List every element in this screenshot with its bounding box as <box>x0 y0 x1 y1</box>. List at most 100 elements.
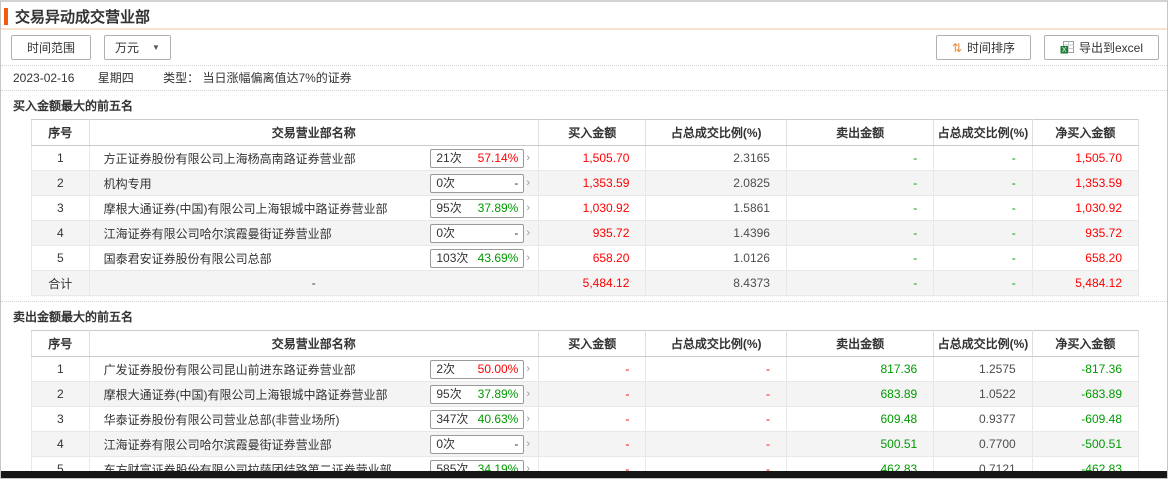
buy-ratio-cell: 1.4396 <box>645 220 787 246</box>
export-excel-label: 导出到excel <box>1078 41 1143 55</box>
chevron-right-icon: › <box>526 227 531 239</box>
buy-ratio-cell: 2.3165 <box>645 145 787 171</box>
table-row: 3 华泰证券股份有限公司营业总部(非营业场所) 347次 40.63% › - -609.4… <box>31 406 1140 432</box>
count-badge[interactable]: 95次 37.89% › <box>430 198 530 218</box>
dept-name-text: 摩根大通证券(中国)有限公司上海银城中路证券营业部 <box>103 201 388 216</box>
net-buy-cell: -500.51 <box>1031 431 1140 457</box>
buy-amount-cell: - <box>538 356 647 382</box>
count-badge[interactable]: 103次 43.69% › <box>430 248 530 268</box>
sell-amount-cell: 817.36 <box>785 356 935 382</box>
net-buy-cell: 1,505.70 <box>1031 145 1140 171</box>
page-title-row: 交易异动成交营业部 <box>1 2 1167 30</box>
net-buy-cell: 658.20 <box>1031 245 1140 271</box>
dept-name-cell: 机构专用 0次 - › <box>88 170 540 196</box>
export-excel-button[interactable]: X 导出到excel <box>1043 35 1159 60</box>
unit-dropdown-value: 万元 <box>115 41 140 55</box>
table-row: 2 机构专用 0次 - › 1,353.59 2.0825- -1,353.59 <box>31 170 1140 196</box>
buy-section-title: 买入金额最大的前五名 <box>13 99 134 113</box>
buy-amount-cell: 1,353.59 <box>538 170 647 196</box>
badge-count: 0次 <box>436 436 456 451</box>
time-sort-button[interactable]: ⇅ 时间排序 <box>935 35 1031 60</box>
badge-percent: 37.89% <box>477 386 519 401</box>
sell-section: 卖出金额最大的前五名 序号 交易营业部名称 买入金额 占总成交比例(%) 卖出金额 占总成… <box>1 302 1167 478</box>
count-badge[interactable]: 347次 40.63% › <box>430 409 530 429</box>
rank-cell: 4 <box>31 220 90 246</box>
dept-name-cell: 国泰君安证券股份有限公司总部 103次 43.69% › <box>88 245 540 271</box>
rank-cell: 1 <box>31 356 90 382</box>
net-buy-cell: -609.48 <box>1031 406 1140 432</box>
sell-amount-cell: - <box>785 220 935 246</box>
title-accent-bar <box>4 7 8 25</box>
badge-percent: 50.00% <box>477 361 519 376</box>
sell-amount-cell: 500.51 <box>785 431 935 457</box>
excel-icon: X <box>1060 41 1074 54</box>
buy-amount-cell: - <box>538 406 647 432</box>
rank-cell: 2 <box>31 170 90 196</box>
net-buy-cell: -683.89 <box>1031 381 1140 407</box>
count-badge[interactable]: 0次 - › <box>430 434 530 454</box>
count-badge[interactable]: 0次 - › <box>430 173 530 193</box>
rank-cell: 5 <box>31 245 90 271</box>
count-badge[interactable]: 2次 50.00% › <box>430 359 531 379</box>
sell-ratio-cell: - <box>933 195 1033 221</box>
sell-table: 序号 交易营业部名称 买入金额 占总成交比例(%) 卖出金额 占总成交比例(%) 净买入金额… <box>31 330 1140 478</box>
rank-cell: 合计 <box>31 270 90 296</box>
badge-percent: - <box>514 175 519 190</box>
sell-ratio-cell: - <box>933 220 1033 246</box>
chevron-right-icon: › <box>526 152 531 164</box>
table-row: 5 国泰君安证券股份有限公司总部 103次 43.69% › 658.20 1.0126- -… <box>31 245 1140 271</box>
column-header: 占总成交比例(%) <box>933 330 1033 357</box>
buy-section: 买入金额最大的前五名 序号 交易营业部名称 买入金额 占总成交比例(%) 卖出金额 占总成… <box>1 91 1167 296</box>
net-buy-cell: 935.72 <box>1031 220 1140 246</box>
sell-amount-cell: - <box>785 170 935 196</box>
count-badge[interactable]: 95次 37.89% › <box>430 384 530 404</box>
sell-ratio-cell: - <box>933 145 1033 171</box>
badge-count: 103次 <box>436 250 469 265</box>
column-header: 卖出金额 <box>785 330 935 357</box>
column-header: 占总成交比例(%) <box>645 330 787 357</box>
badge-percent: 37.89% <box>477 200 519 215</box>
dept-name-cell: 摩根大通证券(中国)有限公司上海银城中路证券营业部 95次 37.89% › <box>88 195 540 221</box>
badge-count: 0次 <box>436 175 456 190</box>
type-label: 类型： <box>163 71 200 85</box>
dept-name-cell: 江海证券有限公司哈尔滨霞曼街证券营业部 0次 - › <box>88 220 540 246</box>
total-row: 合计 -5,484.12 8.4373- -5,484.12 <box>31 270 1140 296</box>
dept-name-text: 广发证券股份有限公司昆山前进东路证券营业部 <box>103 362 356 377</box>
buy-amount-cell: 1,505.70 <box>538 145 647 171</box>
chevron-right-icon: › <box>526 363 531 375</box>
net-buy-cell: 1,353.59 <box>1031 170 1140 196</box>
sell-amount-cell: 683.89 <box>785 381 935 407</box>
buy-amount-cell: 935.72 <box>538 220 647 246</box>
sell-ratio-cell: 0.9377 <box>933 406 1033 432</box>
column-header: 净买入金额 <box>1031 119 1140 146</box>
column-header: 交易营业部名称 <box>88 330 540 357</box>
time-range-button[interactable]: 时间范围 <box>11 35 92 60</box>
column-header: 净买入金额 <box>1031 330 1140 357</box>
sell-ratio-cell: - <box>933 270 1033 296</box>
badge-percent: - <box>514 436 519 451</box>
sell-amount-cell: - <box>785 195 935 221</box>
buy-ratio-cell: - <box>645 431 787 457</box>
badge-count: 2次 <box>436 361 456 376</box>
net-buy-cell: 5,484.12 <box>1031 270 1140 296</box>
buy-ratio-cell: 1.5861 <box>645 195 787 221</box>
buy-ratio-cell: 1.0126 <box>645 245 787 271</box>
weekday-text: 星期四 <box>97 71 134 85</box>
badge-count: 0次 <box>436 225 456 240</box>
column-header: 占总成交比例(%) <box>645 119 787 146</box>
dept-name-text: 摩根大通证券(中国)有限公司上海银城中路证券营业部 <box>103 387 388 402</box>
net-buy-cell: -817.36 <box>1031 356 1140 382</box>
column-header: 序号 <box>31 330 90 357</box>
dept-name-text: 江海证券有限公司哈尔滨霞曼街证券营业部 <box>103 437 332 452</box>
count-badge[interactable]: 0次 - › <box>430 223 531 243</box>
buy-ratio-cell: 2.0825 <box>645 170 787 196</box>
sell-amount-cell: - <box>785 270 935 296</box>
sell-ratio-cell: 1.0522 <box>933 381 1033 407</box>
count-badge[interactable]: 21次 57.14% › <box>430 148 531 168</box>
info-row: 2023-02-16 星期四 类型： 当日涨幅偏离值达7%的证券 <box>1 66 1167 91</box>
dept-name-cell: 广发证券股份有限公司昆山前进东路证券营业部 2次 50.00% › <box>88 356 540 382</box>
column-header: 买入金额 <box>538 330 647 357</box>
buy-ratio-cell: 8.4373 <box>645 270 787 296</box>
page-title: 交易异动成交营业部 <box>15 8 151 26</box>
unit-dropdown[interactable]: 万元 ▼ <box>104 35 171 60</box>
